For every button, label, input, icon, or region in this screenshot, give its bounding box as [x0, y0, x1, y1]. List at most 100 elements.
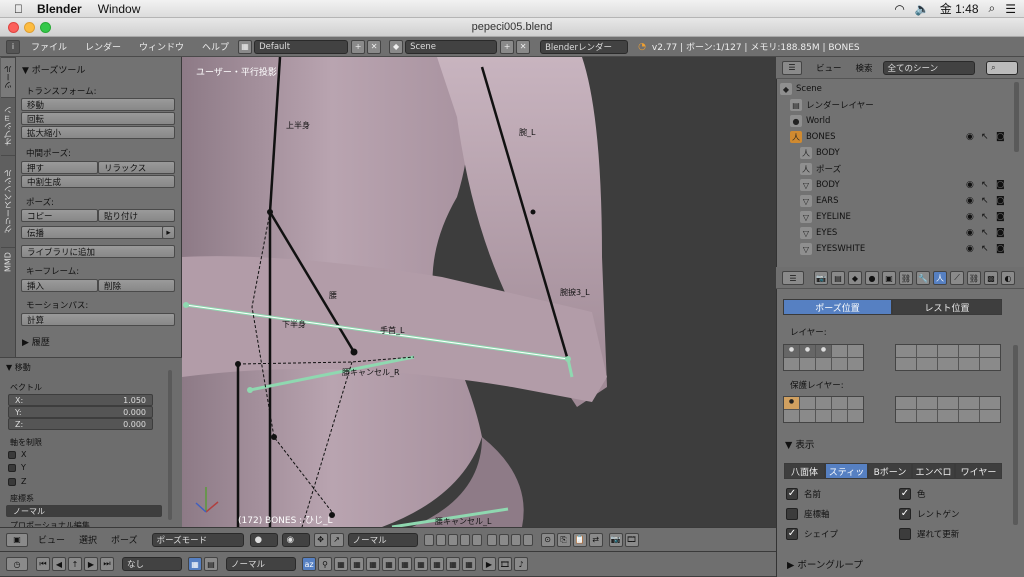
layer-buttons[interactable] — [423, 533, 535, 546]
outliner-scrollbar[interactable] — [1014, 82, 1019, 152]
layer-button[interactable] — [459, 533, 470, 546]
world-tab-icon[interactable]: ● — [865, 271, 879, 285]
history-panel-header[interactable]: ▶ 履歴 — [22, 335, 50, 348]
render-icon[interactable]: ◙ — [996, 244, 1005, 254]
scene-icon[interactable]: ◆ — [389, 39, 404, 54]
layer-button[interactable] — [498, 533, 509, 546]
tab-mmd[interactable]: MMD — [1, 247, 15, 277]
apple-icon[interactable]:  — [14, 2, 23, 16]
menu-list-icon[interactable]: ☰ — [1005, 2, 1016, 16]
opengl-render-icon[interactable]: 📷 — [608, 532, 623, 547]
object-tab-icon[interactable]: ▣ — [882, 271, 896, 285]
auto-key-icon[interactable]: ▦ — [188, 557, 202, 571]
layer-button[interactable] — [471, 533, 482, 546]
mode-dropdown[interactable]: ポーズモード — [151, 532, 244, 547]
viewport-canvas[interactable] — [182, 57, 776, 527]
translate-button[interactable]: 移動 — [21, 98, 175, 111]
3d-viewport[interactable]: ユーザー・平行投影 上半身 腕_L 腰 腕捩3_L 下半身 手首_L 腰キャンセ… — [182, 57, 776, 527]
properties-scrollbar[interactable] — [1013, 345, 1018, 525]
pose-position-button[interactable]: ポーズ位置 — [783, 299, 892, 315]
render-icon[interactable]: ◙ — [996, 132, 1005, 142]
propagate-button[interactable]: 伝播 — [21, 226, 164, 239]
paste-pose-icon[interactable]: 📋 — [572, 532, 587, 547]
key-extra-icon[interactable]: ▦ — [462, 557, 476, 571]
scene-tab-icon[interactable]: ◆ — [848, 271, 862, 285]
constraint-y-checkbox[interactable] — [8, 464, 16, 472]
app-menu[interactable]: Blender — [37, 2, 82, 16]
manipulator-toggle-icon[interactable]: ✥ — [313, 532, 328, 547]
jump-end-icon[interactable]: ⏭ — [100, 557, 114, 571]
operator-scrollbar[interactable] — [168, 370, 172, 520]
outliner-row[interactable]: 人ポーズ — [776, 161, 1012, 177]
layout-dropdown[interactable]: Default — [254, 39, 349, 54]
propagate-options-icon[interactable]: ▸ — [162, 226, 175, 239]
visibility-icon[interactable]: ◉ — [966, 244, 974, 254]
copy-pose-icon[interactable]: ⎘ — [556, 532, 571, 547]
outliner-row[interactable]: ◆ Scene — [776, 81, 1012, 97]
playback-icon[interactable]: ▶ — [482, 557, 496, 571]
shading-dropdown[interactable]: ● — [249, 532, 278, 547]
3d-view-editor-icon[interactable]: ▣ — [6, 532, 28, 547]
layer-button[interactable] — [522, 533, 533, 546]
copy-pose-button[interactable]: コピー — [21, 209, 98, 222]
relax-button[interactable]: リラックス — [98, 161, 175, 174]
key-delete-icon[interactable]: ▦ — [446, 557, 460, 571]
timeline-editor-icon[interactable]: ◷ — [6, 557, 28, 571]
render-icon[interactable]: ◙ — [996, 196, 1005, 206]
protected-layers-grid-left[interactable]: ● — [783, 396, 864, 423]
display-option-checkbox[interactable]: ✓ — [899, 488, 911, 500]
jump-prev-icon[interactable]: ◀ — [52, 557, 66, 571]
menu-help[interactable]: ヘルプ — [202, 40, 229, 53]
selectable-icon[interactable]: ↖ — [981, 180, 989, 190]
search-icon[interactable]: ⌕ — [989, 1, 996, 16]
selectable-icon[interactable]: ↖ — [981, 196, 989, 206]
physics-tab-icon[interactable]: ◐ — [1001, 271, 1015, 285]
layout-icon[interactable]: ▦ — [238, 39, 253, 54]
display-type-button[interactable]: 八面体 — [784, 463, 825, 479]
selectable-icon[interactable]: ↖ — [981, 132, 989, 142]
properties-editor-icon[interactable]: ☰ — [782, 271, 804, 285]
visibility-icon[interactable]: ◉ — [966, 212, 974, 222]
display-option-checkbox[interactable] — [786, 508, 798, 520]
only-selected-icon[interactable]: ▦ — [334, 557, 348, 571]
outliner-search-menu[interactable]: 検索 — [856, 62, 873, 74]
protected-layers-grid-right[interactable] — [895, 396, 1001, 423]
display-option-checkbox[interactable]: ✓ — [786, 488, 798, 500]
outliner-view-menu[interactable]: ビュー — [816, 62, 842, 74]
tab-options[interactable]: オプション — [1, 97, 15, 155]
window-menu[interactable]: Window — [98, 2, 141, 16]
render-icon[interactable]: ◙ — [996, 212, 1005, 222]
clock[interactable]: 金 1:48 — [940, 0, 979, 17]
modifiers-tab-icon[interactable]: 🔧 — [916, 271, 930, 285]
layer-button[interactable] — [435, 533, 446, 546]
volume-icon[interactable]: 🔈 — [915, 2, 930, 16]
layers-grid-left[interactable]: ● ● ● — [783, 344, 864, 371]
layer-button[interactable] — [447, 533, 458, 546]
display-type-button[interactable]: スティッ — [825, 463, 868, 479]
delete-keyframe-button[interactable]: 削除 — [98, 279, 175, 292]
remove-scene-icon[interactable]: ✕ — [516, 39, 531, 54]
visibility-icon[interactable]: ◉ — [966, 228, 974, 238]
outliner-row[interactable]: ▤ レンダーレイヤー — [776, 97, 1012, 113]
paste-pose-button[interactable]: 貼り付け — [98, 209, 175, 222]
add-scene-icon[interactable]: + — [500, 39, 515, 54]
display-panel-header[interactable]: ▼ 表示 — [785, 437, 814, 451]
calculate-paths-button[interactable]: 計算 — [21, 313, 175, 326]
outliner-row[interactable]: 人 BONES ◉ ↖ ◙ — [776, 129, 1012, 145]
audio-icon[interactable]: ♪ — [514, 557, 528, 571]
breakdowner-button[interactable]: 中割生成 — [21, 175, 175, 188]
opengl-anim-icon[interactable]: 🎞 — [624, 532, 639, 547]
outliner-row[interactable]: ▽ EYESWHITE ◉ ↖ ◙ — [776, 241, 1012, 257]
menu-pose[interactable]: ポーズ — [111, 533, 138, 546]
constraints-tab-icon[interactable]: ⛓ — [899, 271, 913, 285]
rotate-button[interactable]: 回転 — [21, 112, 175, 125]
render-icon[interactable]: ◙ — [996, 180, 1005, 190]
constraint-z-checkbox[interactable] — [8, 478, 16, 486]
operator-panel-title[interactable]: ▼ 移動 — [6, 362, 31, 373]
keying-set-dropdown[interactable]: なし — [122, 557, 182, 571]
add-to-library-button[interactable]: ライブラリに追加 — [21, 245, 175, 258]
display-option-checkbox[interactable]: ✓ — [786, 528, 798, 540]
pose-tools-panel-title[interactable]: ▼ ポーズツール — [22, 63, 85, 76]
rest-position-button[interactable]: レスト位置 — [892, 299, 1002, 315]
outliner-search-field[interactable]: ⌕ — [986, 60, 1018, 75]
